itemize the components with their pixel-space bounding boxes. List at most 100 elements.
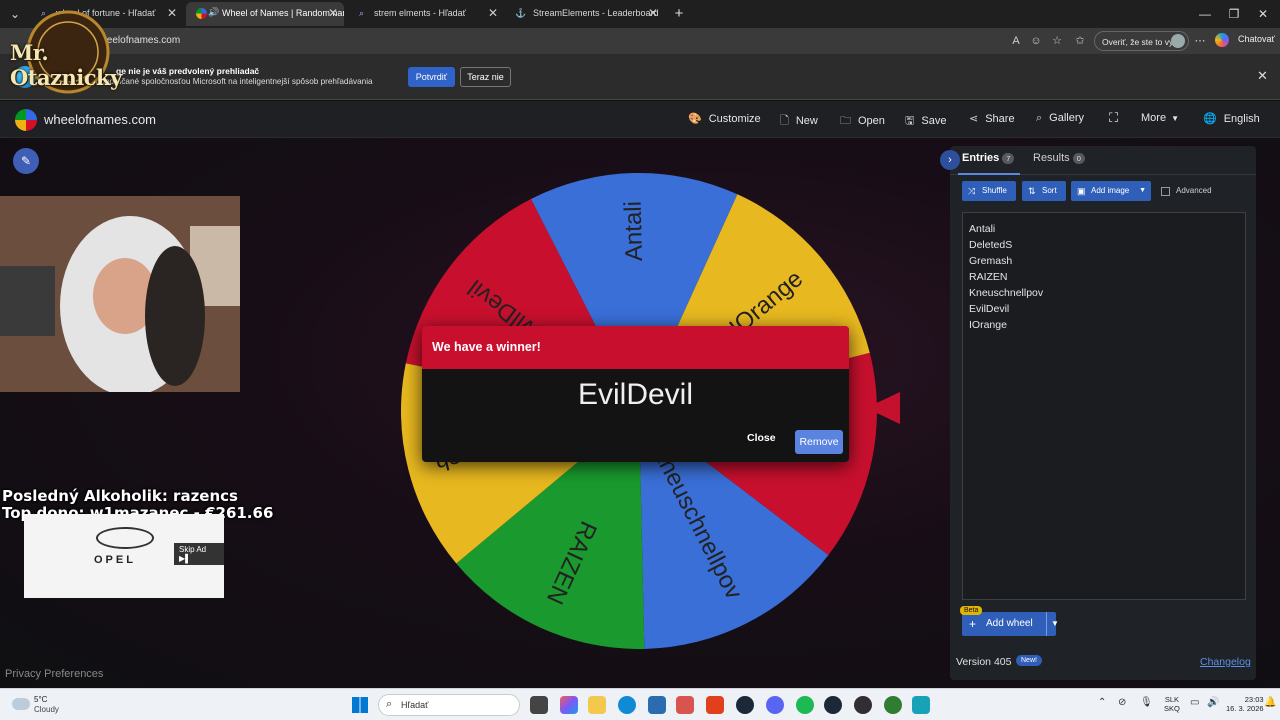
shuffle-icon: ⤨ — [968, 186, 976, 196]
chevron-down-icon: ▼ — [1171, 114, 1179, 123]
discord-icon[interactable] — [766, 696, 784, 714]
add-wheel-button[interactable]: + Add wheel ▼ — [962, 612, 1059, 636]
notification-bell-icon[interactable]: 🔔 — [1264, 697, 1276, 708]
advanced-checkbox[interactable] — [1161, 187, 1170, 196]
file-explorer-icon[interactable] — [588, 696, 606, 714]
chevron-up-icon[interactable]: ⌃ — [1098, 697, 1106, 708]
obs-icon[interactable] — [854, 696, 872, 714]
read-aloud-icon[interactable]: A — [1008, 33, 1024, 49]
image-icon: ▣ — [1077, 186, 1086, 196]
address-bar: wheelofnames.com A ☺ ☆ ✩ Overiť, že ste … — [0, 28, 1280, 54]
ad-brand: OPEL — [94, 554, 136, 566]
nav-customize[interactable]: 🎨 Customize — [688, 112, 761, 125]
volume-icon[interactable]: 🔊 — [1207, 697, 1219, 708]
site-header: wheelofnames.com 🎨 Customize 🗋 New 🗀 Open 🖫… — [0, 101, 1280, 138]
nav-gallery[interactable]: ⌕ Gallery — [1036, 112, 1084, 125]
favorite-star-icon[interactable]: ☆ — [1049, 33, 1065, 49]
nav-open[interactable]: 🗀 Open — [840, 112, 885, 131]
store-icon[interactable] — [648, 696, 666, 714]
entry-line: Antali — [969, 223, 996, 235]
nav-new[interactable]: 🗋 New — [780, 112, 818, 131]
close-tab-icon[interactable]: ✕ — [648, 6, 658, 20]
tab-results[interactable]: Results 0 — [1033, 152, 1085, 164]
confirm-button[interactable]: Potvrdiť — [408, 67, 455, 87]
weather-condition[interactable]: Cloudy — [34, 705, 59, 714]
close-tab-icon[interactable]: ✕ — [328, 6, 338, 20]
more-options-icon[interactable]: ⋯ — [1192, 33, 1208, 49]
skip-ad-button[interactable]: Skip Ad ▶▌ — [174, 543, 224, 565]
steam-icon[interactable] — [736, 696, 754, 714]
weather-temperature[interactable]: 5°C — [34, 695, 47, 704]
favorites-list-icon[interactable]: ✩ — [1072, 33, 1088, 49]
wheel-logo-icon[interactable] — [15, 109, 37, 131]
nav-save[interactable]: 🖫 Save — [905, 112, 946, 131]
system-clock[interactable]: 23:03 16. 3. 2026 — [1226, 695, 1264, 713]
browser-tab-search-2[interactable]: ⌕ strem elments - Hľadať ✕ — [346, 2, 504, 26]
palette-icon: 🎨 — [688, 113, 702, 125]
brave-icon[interactable] — [706, 696, 724, 714]
network-icon[interactable]: ⊘ — [1118, 697, 1126, 708]
task-view-icon[interactable] — [530, 696, 548, 714]
spotify-icon[interactable] — [796, 696, 814, 714]
share-icon: ⋖ — [969, 113, 979, 125]
language-indicator[interactable]: SLK SKQ — [1164, 695, 1180, 713]
site-name[interactable]: wheelofnames.com — [44, 112, 156, 127]
save-icon: 🖫 — [905, 115, 915, 127]
weather-cloud-icon[interactable] — [12, 698, 30, 710]
edit-pencil-icon[interactable]: ✎ — [13, 148, 39, 174]
beta-badge: Beta — [960, 606, 983, 615]
tab-title: Wheel of Names | Random name picker — [222, 8, 344, 18]
nav-language[interactable]: 🌐 English — [1203, 112, 1260, 125]
chevron-down-icon: ▼ — [1139, 187, 1146, 194]
edge-app-icon[interactable] — [618, 696, 636, 714]
new-badge: New! — [1016, 655, 1042, 666]
close-tab-icon[interactable]: ✕ — [167, 6, 177, 20]
taskbar-search[interactable]: ⌕ Hľadať — [378, 694, 520, 716]
copilot-app-icon[interactable] — [560, 696, 578, 714]
shuffle-button[interactable]: ⤨ Shuffle — [962, 181, 1016, 201]
maximize-icon[interactable]: ❐ — [1219, 4, 1249, 24]
extensions-icon[interactable]: ☺ — [1028, 33, 1044, 49]
app-icon[interactable] — [676, 696, 694, 714]
remove-button[interactable]: Remove — [795, 430, 843, 454]
nav-share[interactable]: ⋖ Share — [969, 112, 1015, 125]
copilot-icon[interactable] — [1215, 33, 1229, 47]
version-label: Version 405 — [956, 656, 1012, 668]
privacy-preferences-link[interactable]: Privacy Preferences — [5, 668, 103, 680]
entry-line: Gremash — [969, 255, 1013, 267]
ad-banner: OPEL Skip Ad ▶▌ — [24, 514, 224, 598]
sort-button[interactable]: ⇅ Sort — [1022, 181, 1066, 201]
fullscreen-icon[interactable]: ⛶ — [1109, 110, 1118, 126]
steam-icon-2[interactable] — [824, 696, 842, 714]
copilot-chat-button[interactable]: Chatovať — [1238, 34, 1275, 44]
microphone-icon[interactable]: 🎙 — [1140, 697, 1153, 708]
verify-identity-button[interactable]: Overiť, že ste to vy — [1094, 31, 1189, 51]
not-now-button[interactable]: Teraz nie — [460, 67, 511, 87]
entry-line: EvilDevil — [969, 303, 1010, 315]
start-windows-icon[interactable] — [352, 697, 368, 713]
notepad-icon[interactable] — [912, 696, 930, 714]
changelog-link[interactable]: Changelog — [1200, 656, 1251, 668]
add-image-button[interactable]: ▣ Add image ▼ — [1071, 181, 1151, 201]
streamelements-icon: ⚓ — [515, 8, 527, 18]
app-icon-2[interactable] — [884, 696, 902, 714]
minimize-icon[interactable]: — — [1190, 4, 1220, 24]
browser-tab-wheel[interactable]: 🔊 Wheel of Names | Random name picker ✕ — [186, 2, 344, 26]
close-infobar-icon[interactable]: ✕ — [1257, 68, 1268, 84]
tab-entries[interactable]: Entries 7 — [962, 152, 1015, 164]
speaker-icon[interactable]: 🔊 — [208, 7, 219, 18]
entries-textarea[interactable]: Antali DeletedS Gremash RAIZEN Kneuschne… — [962, 212, 1246, 600]
default-browser-infobar: ge nie je váš predvolený prehliadač veni… — [0, 54, 1280, 100]
new-tab-icon[interactable]: + — [664, 4, 694, 24]
close-window-icon[interactable]: ✕ — [1248, 4, 1278, 24]
close-button[interactable]: Close — [747, 432, 776, 444]
display-icon[interactable]: ▭ — [1190, 697, 1199, 708]
chevron-down-icon[interactable]: ▼ — [1051, 612, 1059, 636]
entries-count-badge: 7 — [1002, 153, 1015, 164]
collapse-panel-icon[interactable]: › — [940, 150, 960, 170]
nav-more[interactable]: More ▼ — [1141, 112, 1179, 124]
close-tab-icon[interactable]: ✕ — [488, 6, 498, 20]
webcam-image — [0, 196, 240, 392]
entries-panel: › Entries 7 Results 0 ⤨ Shuffle ⇅ Sort ▣ Add … — [940, 146, 1256, 680]
browser-tab-leaderboard[interactable]: ⚓ StreamElements - Leaderboard ✕ — [505, 2, 664, 26]
